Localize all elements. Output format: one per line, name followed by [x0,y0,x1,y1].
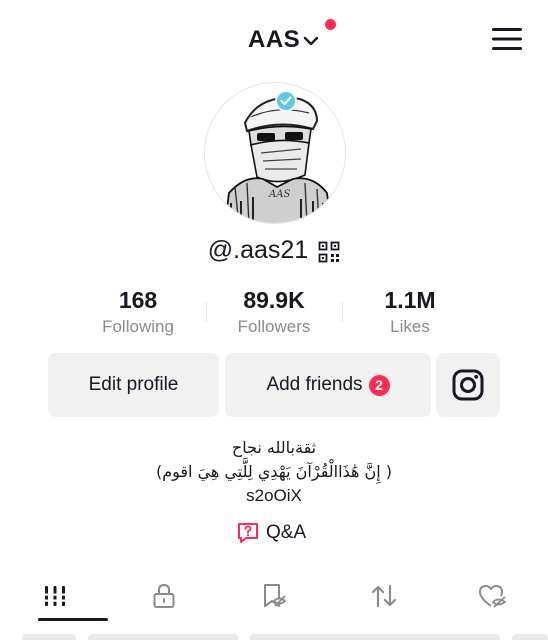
stat-label: Followers [237,317,311,336]
stat-value: 1.1M [384,287,436,313]
repost-icon [371,584,396,608]
stat-label: Likes [390,317,430,336]
stat-label: Following [102,317,174,336]
chevron-down-icon [303,36,319,46]
edit-profile-button[interactable]: Edit profile [48,353,219,417]
bio-line: s2oOiX [246,486,302,505]
video-grid-peek [0,632,548,640]
videos-grid-icon [42,586,67,606]
liked-hidden-icon [479,585,507,608]
qa-link[interactable]: Q&A [236,521,306,545]
bio-line: ثقةبالله نجاح [231,438,317,457]
instagram-icon [452,369,484,401]
tab-reposts[interactable] [329,568,439,624]
top-bar: AAS [0,0,548,80]
stat-likes[interactable]: 1.1M Likes [342,286,478,338]
username-row: @.aas21 [0,236,548,265]
stat-followers[interactable]: 89.9K Followers [206,286,342,338]
instagram-button[interactable] [436,353,500,417]
qr-code-icon[interactable] [318,241,340,263]
profile-bio: ثقةبالله نجاح ( إِنَّ هَٰذَاالْقُرْآنَ ي… [0,436,548,508]
qa-label: Q&A [266,522,307,543]
stat-following[interactable]: 168 Following [70,286,206,338]
verified-badge-icon [275,90,297,112]
tab-private[interactable] [110,568,220,624]
account-name: AAS [248,26,301,53]
stat-value: 89.9K [243,287,305,313]
account-switcher[interactable]: AAS [248,26,319,54]
tab-liked[interactable] [438,568,548,624]
lock-icon [153,583,175,608]
svg-text:AAS: AAS [268,189,290,200]
bio-line: ( إِنَّ هَٰذَاالْقُرْآنَ يَهْدِي لِلَّتِ… [155,462,393,481]
tab-favorites[interactable] [219,568,329,624]
active-tab-indicator [38,618,108,621]
profile-stats: 168 Following 89.9K Followers 1.1M Likes [70,286,478,338]
favorites-hidden-icon [263,584,287,607]
tab-videos[interactable] [0,568,110,624]
hamburger-menu-icon[interactable] [490,26,524,52]
question-box-icon [238,523,258,543]
stat-value: 168 [118,287,158,313]
add-friends-badge: 2 [368,374,390,396]
add-friends-label: Add friends [266,374,363,395]
username: @.aas21 [207,236,309,264]
add-friends-button[interactable]: Add friends 2 [225,353,431,417]
content-tabs [0,568,548,624]
edit-profile-label: Edit profile [88,374,179,395]
notification-dot [325,19,336,30]
